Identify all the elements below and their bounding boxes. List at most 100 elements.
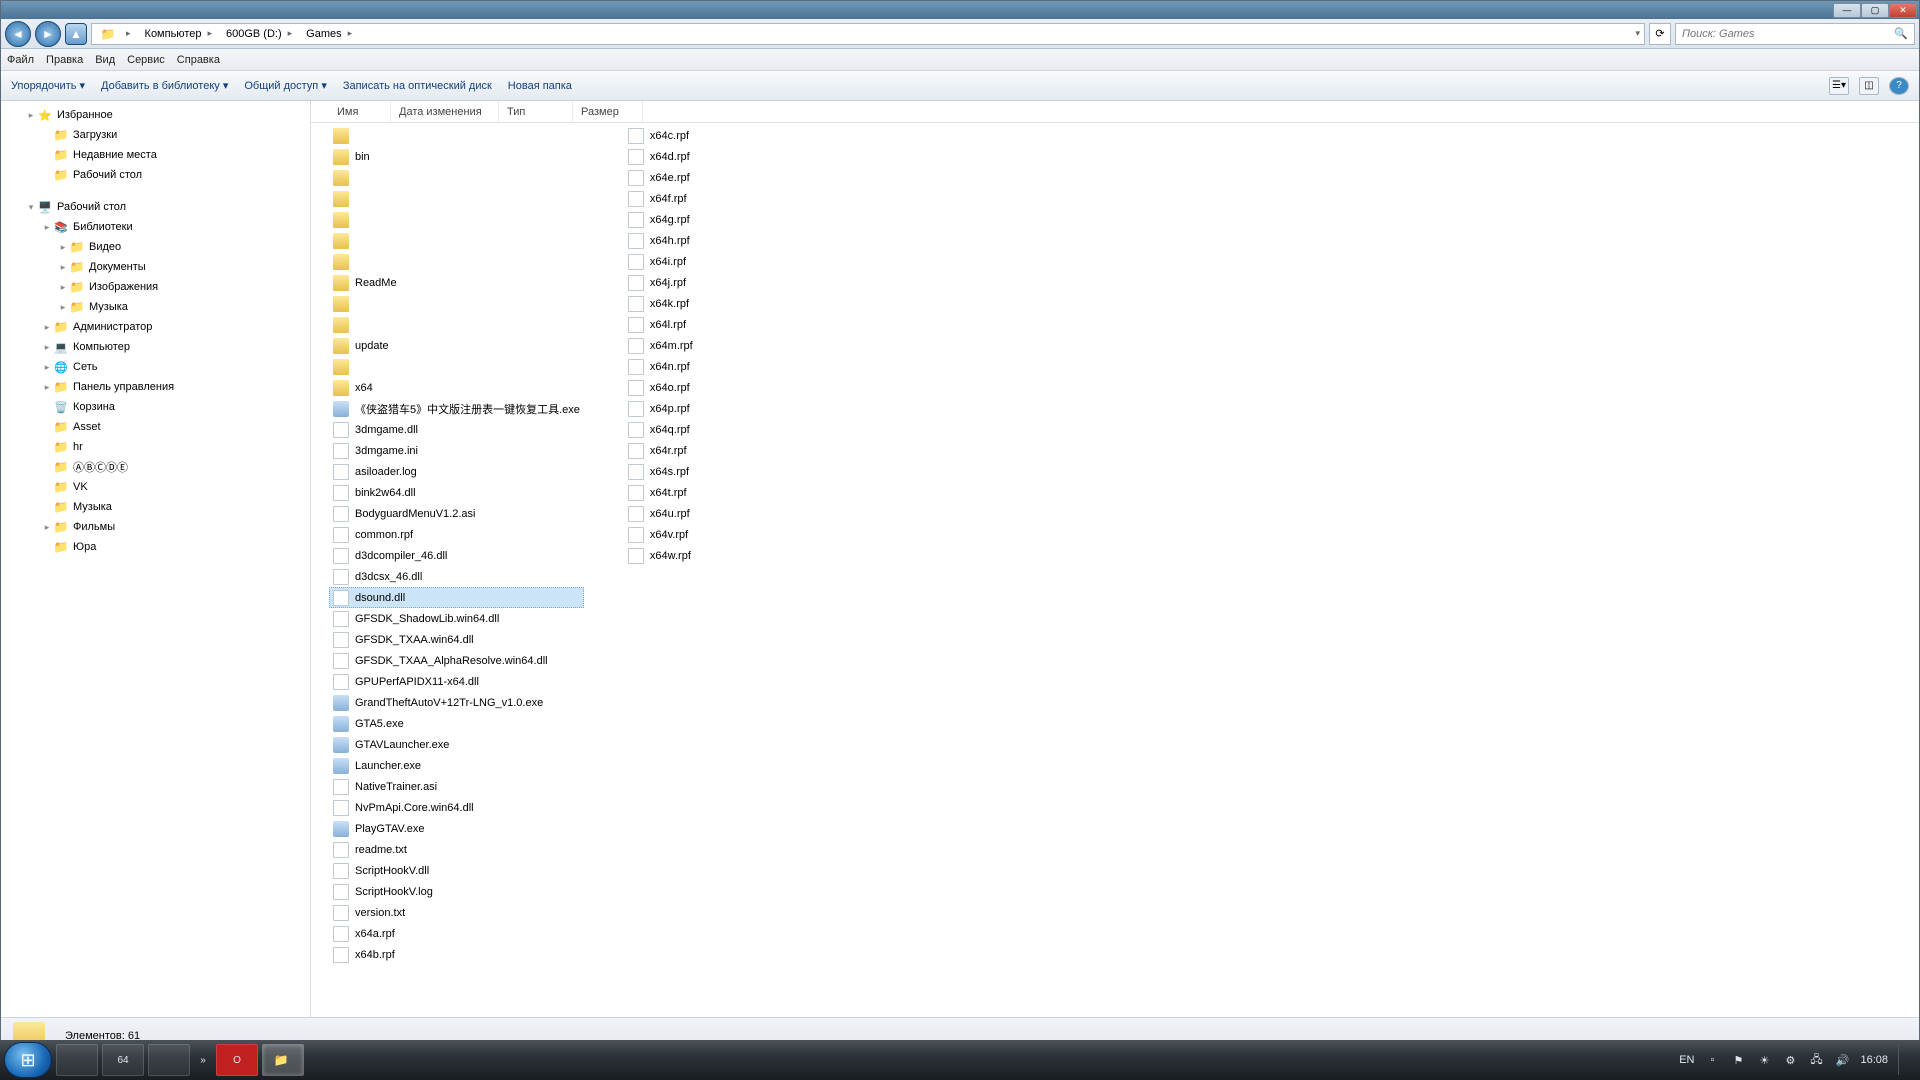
tree-item[interactable]: ▸Фильмы xyxy=(1,517,310,537)
tray-icon[interactable]: ⚙ xyxy=(1782,1052,1798,1068)
file-item[interactable]: version.txt xyxy=(329,902,584,923)
file-item[interactable]: x64v.rpf xyxy=(624,524,697,545)
file-item[interactable]: x64e.rpf xyxy=(624,167,697,188)
navigation-pane[interactable]: ▸ИзбранноеЗагрузкиНедавние местаРабочий … xyxy=(1,101,311,1017)
tree-item[interactable]: Рабочий стол xyxy=(1,165,310,185)
tree-item[interactable]: ▸Видео xyxy=(1,237,310,257)
tree-expander-icon[interactable]: ▸ xyxy=(41,222,53,233)
file-item[interactable]: x64g.rpf xyxy=(624,209,697,230)
tree-item[interactable]: ▸Компьютер xyxy=(1,337,310,357)
tree-item[interactable]: ▸Избранное xyxy=(1,105,310,125)
back-button[interactable]: ◄ xyxy=(5,21,31,47)
breadcrumb-dropdown-icon[interactable]: ▾ xyxy=(1633,28,1642,39)
file-item[interactable]: x64c.rpf xyxy=(624,125,697,146)
tree-expander-icon[interactable]: ▸ xyxy=(41,382,53,393)
file-item[interactable]: GTA5.exe xyxy=(329,713,584,734)
breadcrumb-folder[interactable]: Games▸ xyxy=(300,24,360,44)
share-button[interactable]: Общий доступ ▾ xyxy=(244,79,326,92)
file-item[interactable]: bin xyxy=(329,146,584,167)
tree-item[interactable]: ▸Сеть xyxy=(1,357,310,377)
tree-item[interactable]: ▸Документы xyxy=(1,257,310,277)
file-item[interactable]: x64m.rpf xyxy=(624,335,697,356)
volume-icon[interactable]: 🔊 xyxy=(1834,1052,1850,1068)
tree-item[interactable]: ▸Библиотеки xyxy=(1,217,310,237)
menu-file[interactable]: Файл xyxy=(7,54,34,66)
tree-item[interactable]: ⒶⒷⒸⒹⒺ xyxy=(1,457,310,477)
column-header[interactable]: Дата изменения xyxy=(391,101,499,122)
file-item[interactable]: NvPmApi.Core.win64.dll xyxy=(329,797,584,818)
file-item[interactable]: x64s.rpf xyxy=(624,461,697,482)
refresh-button[interactable]: ⟳ xyxy=(1649,23,1671,45)
file-item[interactable]: x64l.rpf xyxy=(624,314,697,335)
view-options-button[interactable]: ☰▾ xyxy=(1829,77,1849,95)
tree-item[interactable]: ▸Панель управления xyxy=(1,377,310,397)
tree-item[interactable]: hr xyxy=(1,437,310,457)
menu-view[interactable]: Вид xyxy=(95,54,115,66)
tree-expander-icon[interactable]: ▸ xyxy=(25,110,37,121)
tree-expander-icon[interactable]: ▸ xyxy=(57,242,69,253)
search-icon[interactable]: 🔍 xyxy=(1888,27,1914,40)
tree-item[interactable]: Загрузки xyxy=(1,125,310,145)
tree-item[interactable]: Юра xyxy=(1,537,310,557)
file-item[interactable]: x64p.rpf xyxy=(624,398,697,419)
file-area[interactable]: bin ReadMe update x64《侠盗猎车5》中文版注册表一键恢复工具… xyxy=(311,123,1919,1017)
file-item[interactable]: 《侠盗猎车5》中文版注册表一键恢复工具.exe xyxy=(329,398,584,419)
file-item[interactable] xyxy=(329,230,584,251)
add-to-library-button[interactable]: Добавить в библиотеку ▾ xyxy=(101,79,228,92)
file-item[interactable]: x64q.rpf xyxy=(624,419,697,440)
tray-icon[interactable]: ⚑ xyxy=(1730,1052,1746,1068)
tree-expander-icon[interactable]: ▸ xyxy=(41,322,53,333)
file-item[interactable] xyxy=(329,125,584,146)
breadcrumb-root-icon[interactable]: ▸ xyxy=(94,24,139,44)
file-item[interactable]: x64a.rpf xyxy=(329,923,584,944)
file-item[interactable] xyxy=(329,188,584,209)
preview-pane-button[interactable]: ◫ xyxy=(1859,77,1879,95)
file-item[interactable]: x64d.rpf xyxy=(624,146,697,167)
close-button[interactable]: ✕ xyxy=(1889,3,1917,18)
file-item[interactable]: x64k.rpf xyxy=(624,293,697,314)
file-item[interactable]: x64 xyxy=(329,377,584,398)
file-item[interactable]: GFSDK_TXAA_AlphaResolve.win64.dll xyxy=(329,650,584,671)
file-item[interactable]: dsound.dll xyxy=(329,587,584,608)
file-item[interactable]: bink2w64.dll xyxy=(329,482,584,503)
file-item[interactable]: d3dcompiler_46.dll xyxy=(329,545,584,566)
file-item[interactable]: GTAVLauncher.exe xyxy=(329,734,584,755)
file-item[interactable]: d3dcsx_46.dll xyxy=(329,566,584,587)
organize-button[interactable]: Упорядочить ▾ xyxy=(11,79,85,92)
tree-item[interactable]: VK xyxy=(1,477,310,497)
taskbar-item[interactable] xyxy=(56,1044,98,1076)
language-indicator[interactable]: EN xyxy=(1679,1054,1694,1066)
tree-expander-icon[interactable]: ▸ xyxy=(57,282,69,293)
start-button[interactable] xyxy=(4,1042,52,1078)
file-item[interactable] xyxy=(329,251,584,272)
tree-item[interactable]: ▾Рабочий стол xyxy=(1,197,310,217)
network-icon[interactable]: 🖧 xyxy=(1808,1052,1824,1068)
file-item[interactable]: ReadMe xyxy=(329,272,584,293)
file-item[interactable]: Launcher.exe xyxy=(329,755,584,776)
menu-tools[interactable]: Сервис xyxy=(127,54,165,66)
file-item[interactable] xyxy=(329,293,584,314)
search-input[interactable] xyxy=(1676,28,1888,40)
tree-item[interactable]: Недавние места xyxy=(1,145,310,165)
file-item[interactable]: GPUPerfAPIDX11-x64.dll xyxy=(329,671,584,692)
maximize-button[interactable]: ▢ xyxy=(1861,3,1889,18)
file-item[interactable]: x64n.rpf xyxy=(624,356,697,377)
file-item[interactable]: x64u.rpf xyxy=(624,503,697,524)
file-item[interactable]: update xyxy=(329,335,584,356)
file-item[interactable]: readme.txt xyxy=(329,839,584,860)
new-folder-button[interactable]: Новая папка xyxy=(508,80,572,92)
file-item[interactable]: common.rpf xyxy=(329,524,584,545)
file-item[interactable] xyxy=(329,167,584,188)
column-header[interactable]: Имя xyxy=(329,101,391,122)
file-item[interactable] xyxy=(329,209,584,230)
taskbar-item[interactable]: 64 xyxy=(102,1044,144,1076)
tree-item[interactable]: Корзина xyxy=(1,397,310,417)
taskbar-item[interactable] xyxy=(148,1044,190,1076)
tray-icon[interactable]: ▫ xyxy=(1704,1052,1720,1068)
tree-expander-icon[interactable]: ▸ xyxy=(57,262,69,273)
file-item[interactable]: x64o.rpf xyxy=(624,377,697,398)
file-item[interactable]: PlayGTAV.exe xyxy=(329,818,584,839)
search-box[interactable]: 🔍 xyxy=(1675,23,1915,45)
file-item[interactable]: ScriptHookV.dll xyxy=(329,860,584,881)
file-item[interactable]: x64f.rpf xyxy=(624,188,697,209)
